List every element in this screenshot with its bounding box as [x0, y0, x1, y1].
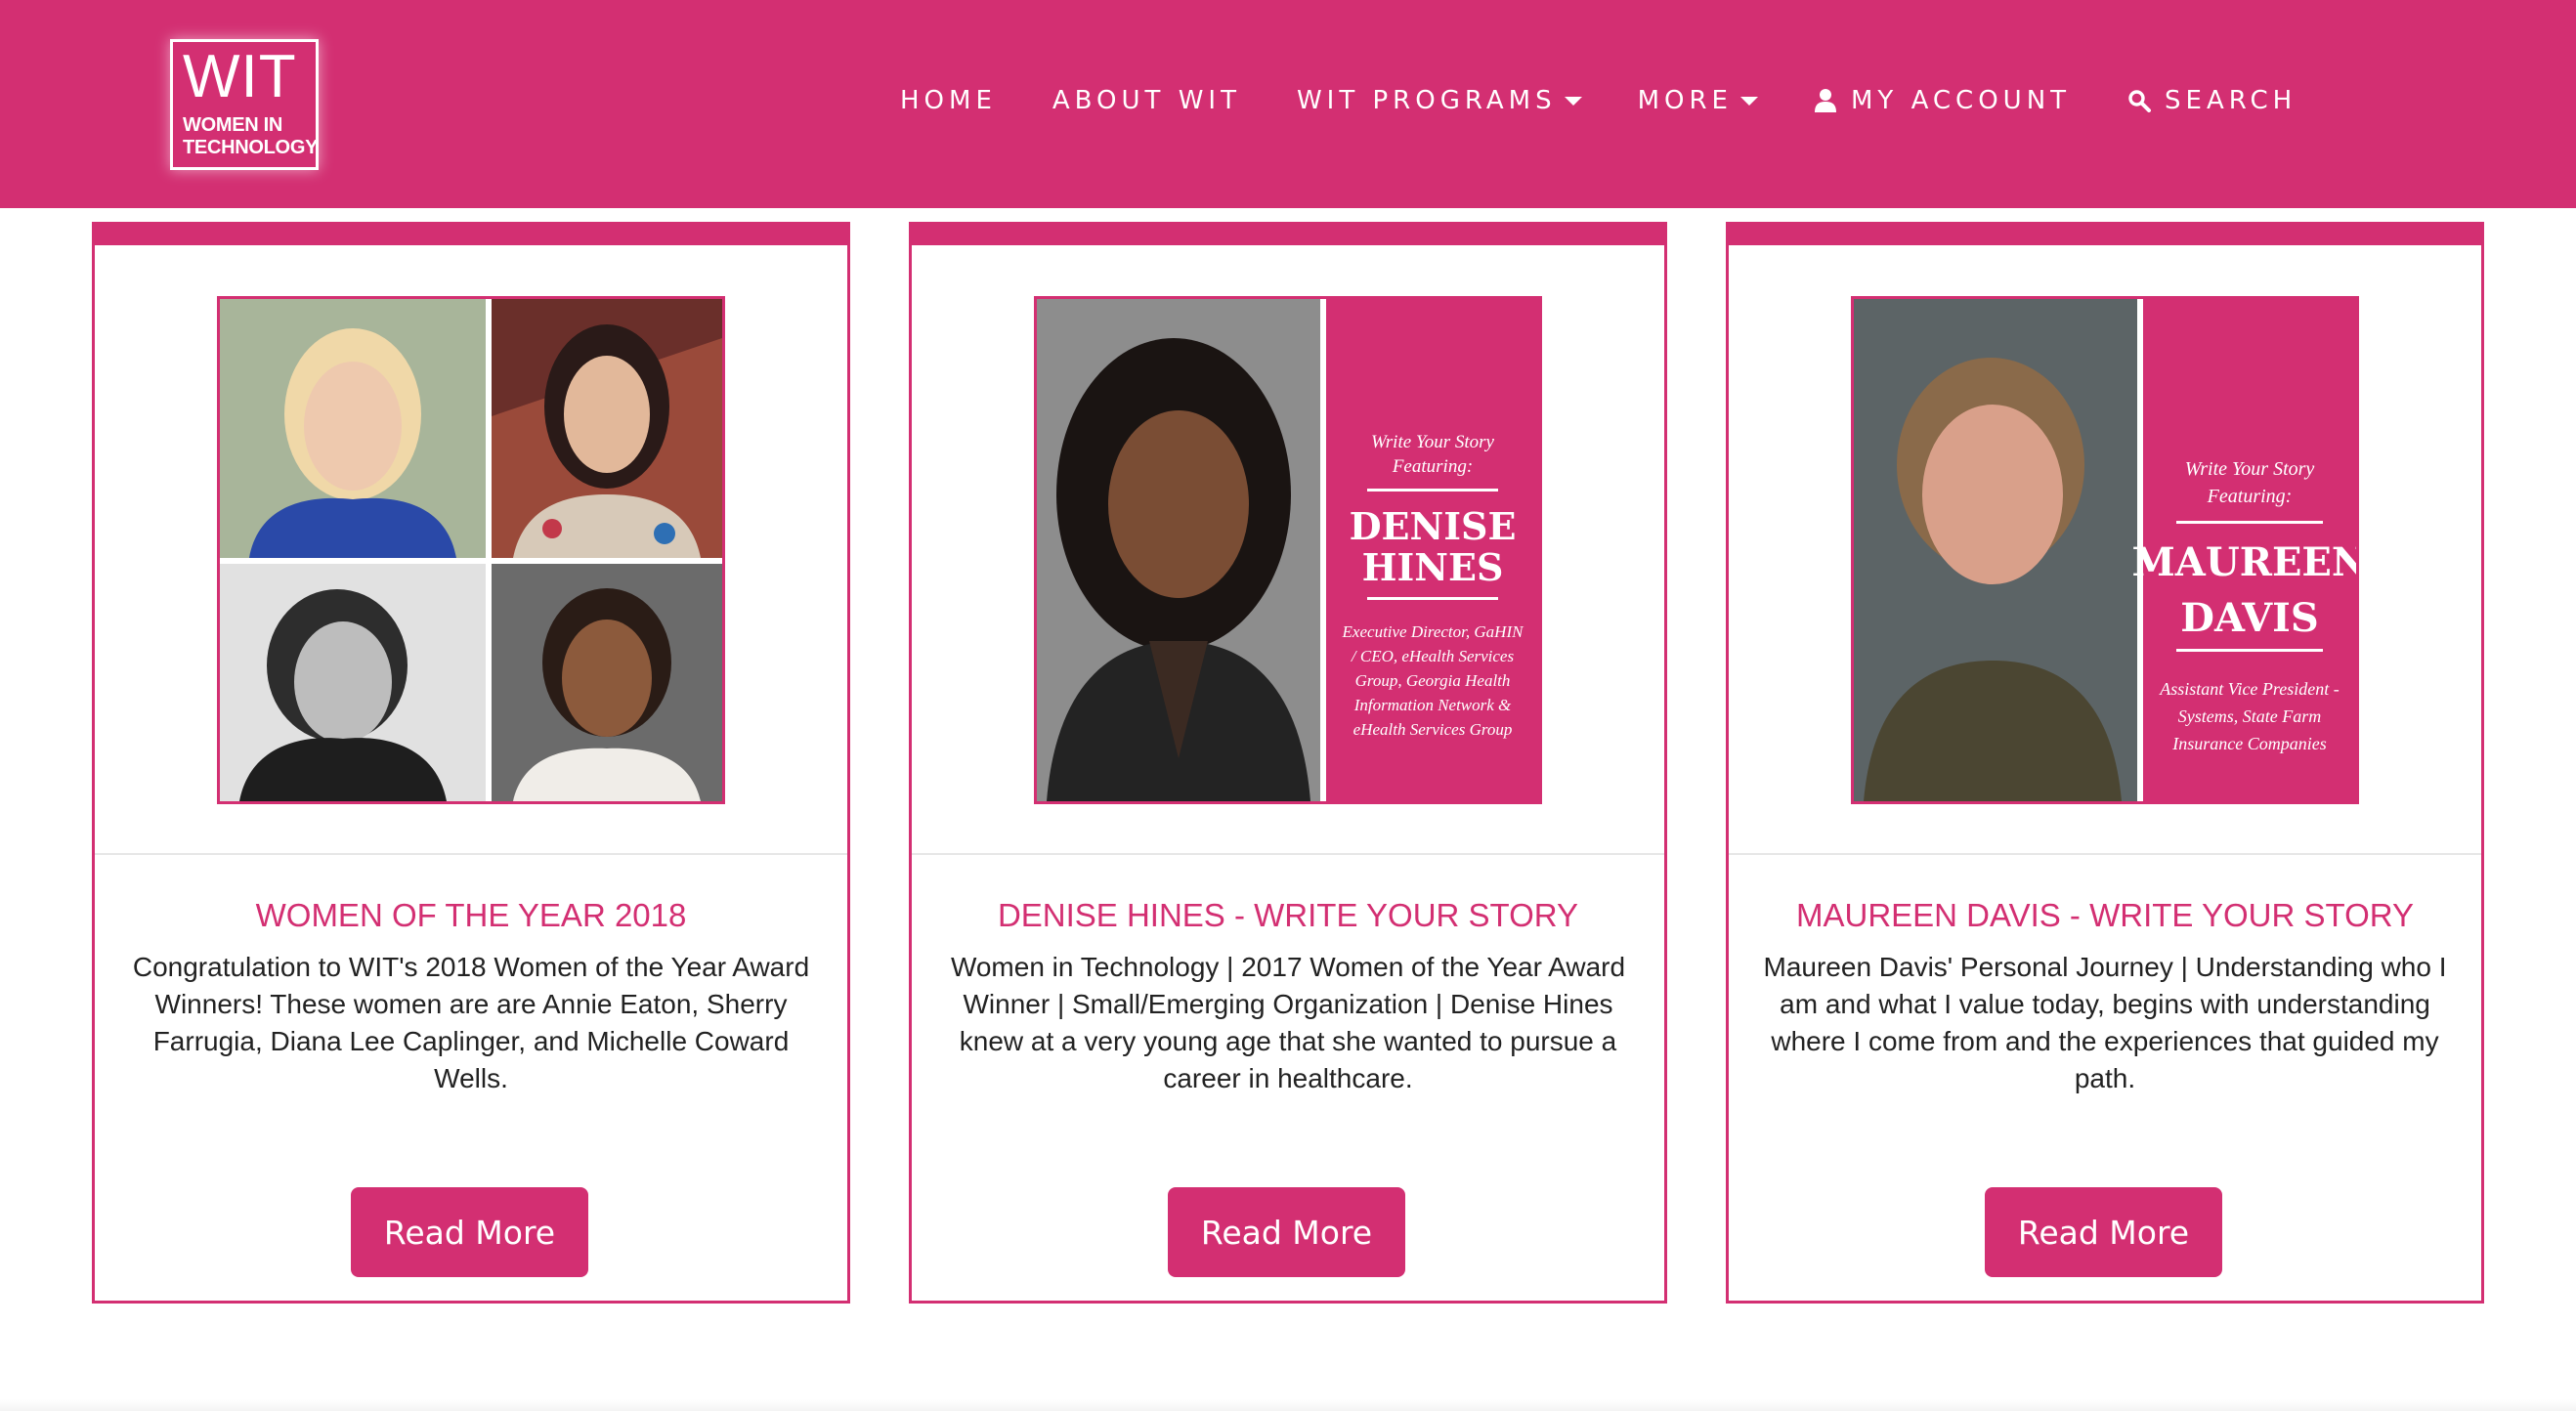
nav-label-wit-programs: WIT PROGRAMS [1296, 86, 1557, 115]
nav-label-home: HOME [900, 86, 997, 115]
footer-shadow [0, 1399, 2576, 1411]
nav-item-my-account[interactable]: MY ACCOUNT [1814, 86, 2071, 115]
chevron-down-icon [1739, 96, 1758, 106]
news-card-denise-hines: Write Your Story Featuring: DENISE HINES… [909, 222, 1667, 1304]
image-caption-heading-1: Write Your Story [2185, 458, 2315, 480]
logo-sub-line2: TECHNOLOGY [183, 137, 319, 158]
card-divider [1729, 853, 2481, 855]
search-icon [2127, 89, 2152, 112]
card-excerpt: Maureen Davis' Personal Journey | Unders… [1763, 952, 2447, 1093]
news-card-maureen-davis: Write Your Story Featuring: MAUREEN DAVI… [1726, 222, 2484, 1304]
image-caption-name-1: DENISE [1350, 504, 1517, 548]
logo-sub-line1: WOMEN IN [183, 114, 283, 136]
image-caption-role-1: Executive Director, GaHIN [1342, 622, 1525, 641]
image-caption-name-2: DAVIS [2180, 595, 2318, 641]
card-title[interactable]: MAUREEN DAVIS - WRITE YOUR STORY [1729, 894, 2481, 937]
image-caption-name-1: MAUREEN [2132, 539, 2356, 585]
image-caption-heading-1: Write Your Story [1371, 432, 1495, 452]
image-caption-role-3: Insurance Companies [2171, 734, 2326, 753]
image-caption-role-3: Group, Georgia Health [1355, 671, 1511, 690]
image-caption-role-1: Assistant Vice President - [2159, 679, 2339, 699]
image-caption-heading-2: Featuring: [2207, 486, 2293, 507]
chevron-down-icon [1564, 96, 1582, 106]
image-caption-heading-2: Featuring: [1392, 456, 1473, 477]
nav-label-search: SEARCH [2165, 86, 2297, 115]
image-caption-role-5: eHealth Services Group [1353, 720, 1513, 739]
card-image-maureen-davis: Write Your Story Featuring: MAUREEN DAVI… [1851, 296, 2359, 804]
user-icon [1814, 88, 1837, 113]
logo-main-text: WIT [183, 43, 297, 110]
card-excerpt: Congratulation to WIT's 2018 Women of th… [132, 952, 810, 1093]
read-more-button[interactable]: Read More [1985, 1187, 2222, 1277]
card-image-denise-hines: Write Your Story Featuring: DENISE HINES… [1034, 296, 1542, 804]
nav-label-more: MORE [1637, 86, 1733, 115]
card-divider [95, 853, 847, 855]
nav-item-more[interactable]: MORE [1638, 86, 1758, 115]
main-nav: HOME ABOUT WIT WIT PROGRAMS MORE MY ACCO… [900, 86, 2297, 115]
site-header: WIT WOMEN IN TECHNOLOGY HOME ABOUT WIT W… [0, 0, 2576, 208]
read-more-button[interactable]: Read More [351, 1187, 588, 1277]
nav-label-about-wit: ABOUT WIT [1052, 86, 1241, 115]
image-caption-role-4: Information Network & [1353, 696, 1512, 714]
nav-item-about-wit[interactable]: ABOUT WIT [1052, 86, 1241, 115]
read-more-button[interactable]: Read More [1168, 1187, 1405, 1277]
card-excerpt: Women in Technology | 2017 Women of the … [950, 952, 1626, 1093]
wit-logo[interactable]: WIT WOMEN IN TECHNOLOGY [170, 39, 319, 170]
card-divider [912, 853, 1664, 855]
news-card-women-of-the-year: WOMEN OF THE YEAR 2018 Congratulation to… [92, 222, 850, 1304]
image-caption-name-2: HINES [1362, 545, 1504, 589]
card-image-women-of-the-year [217, 296, 725, 804]
card-title[interactable]: WOMEN OF THE YEAR 2018 [95, 894, 847, 937]
card-title[interactable]: DENISE HINES - WRITE YOUR STORY [912, 894, 1664, 937]
image-caption-role-2: / CEO, eHealth Services [1351, 647, 1515, 665]
nav-item-search[interactable]: SEARCH [2127, 86, 2297, 115]
image-caption-role-2: Systems, State Farm [2178, 706, 2321, 726]
nav-item-wit-programs[interactable]: WIT PROGRAMS [1297, 86, 1582, 115]
nav-label-my-account: MY ACCOUNT [1850, 86, 2072, 115]
nav-item-home[interactable]: HOME [900, 86, 997, 115]
